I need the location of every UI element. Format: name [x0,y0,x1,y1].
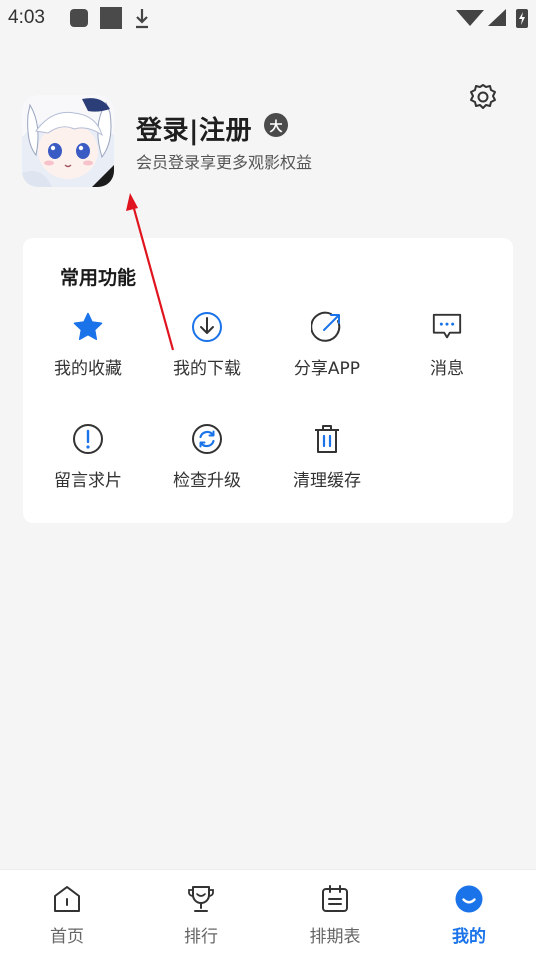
messages-button[interactable]: 消息 [387,311,507,401]
feature-label: 消息 [430,359,464,379]
trophy-icon [186,884,216,914]
feature-label: 清理缓存 [293,471,361,491]
nav-schedule[interactable]: 排期表 [268,870,402,955]
status-bar: 4:03 [0,0,536,38]
calendar-icon [320,884,350,914]
cellular-icon [488,9,506,26]
anime-avatar-image [22,95,114,187]
nav-home[interactable]: 首页 [0,870,134,955]
badge-text: 大 [269,119,283,135]
section-title: 常用功能 [60,267,137,289]
downloads-button[interactable]: 我的下载 [147,311,267,401]
refresh-icon [191,423,223,455]
share-icon [311,311,343,343]
clear-cache-button[interactable]: 清理缓存 [267,423,387,513]
login-register-button[interactable]: 登录|注册 [136,110,252,147]
nav-ranking[interactable]: 排行 [134,870,268,955]
request-movie-button[interactable]: 留言求片 [28,423,148,513]
feature-label: 检查升级 [173,471,241,491]
login-subtitle: 会员登录享更多观影权益 [136,153,313,172]
status-time: 4:03 [8,7,45,28]
feature-label: 我的收藏 [54,359,122,379]
nav-mine[interactable]: 我的 [402,870,536,955]
common-functions-card: 常用功能 我的收藏 我的下载 分享APP 消息 留言求片 检查升级 清理缓存 [23,238,513,523]
feature-label: 留言求片 [54,471,122,491]
profile-icon [454,884,484,914]
feature-label: 分享APP [293,359,361,379]
nav-label: 首页 [50,927,84,947]
download-status-icon [136,9,148,29]
trash-icon [311,423,343,455]
wifi-icon [456,10,484,26]
signal-battery-icon [456,9,528,28]
message-icon [431,311,463,343]
settings-button[interactable] [466,80,500,114]
nav-label: 排行 [184,927,218,947]
app-notification-icon [100,7,122,29]
nav-label: 排期表 [309,927,361,947]
favorites-button[interactable]: 我的收藏 [28,311,148,401]
avatar[interactable] [22,95,114,187]
check-update-button[interactable]: 检查升级 [147,423,267,513]
download-icon [191,311,223,343]
nav-label: 我的 [452,927,486,947]
exclamation-icon [72,423,104,455]
home-icon [52,884,82,914]
notification-icon [70,9,88,27]
share-app-button[interactable]: 分享APP [267,311,387,401]
bottom-nav: 首页 排行 排期表 我的 [0,869,536,955]
feature-label: 我的下载 [173,359,241,379]
star-icon [72,311,104,343]
gear-icon [470,84,496,109]
user-level-badge: 大 [264,113,288,137]
